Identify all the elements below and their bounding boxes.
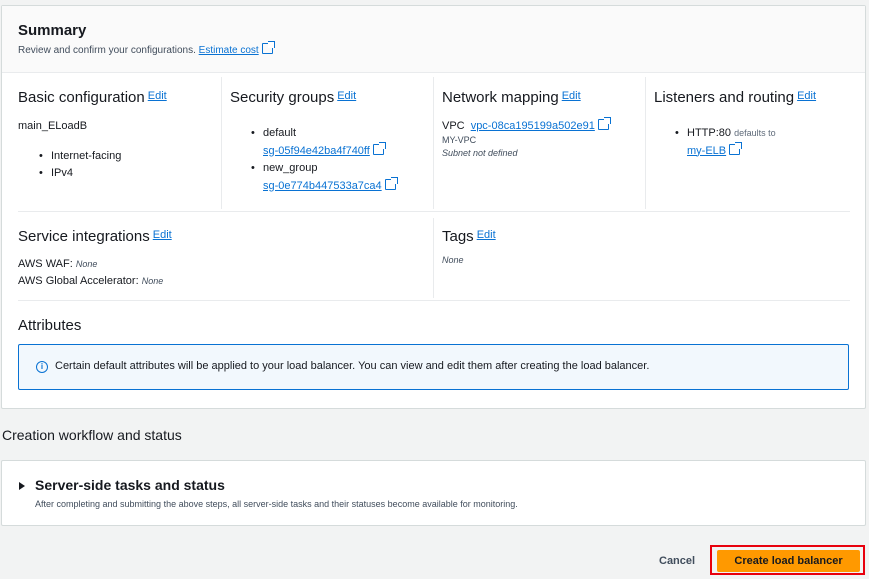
external-link-icon: [729, 141, 743, 155]
list-item: HTTP:80 defaults to my-ELB: [675, 125, 855, 160]
external-link-icon: [372, 141, 386, 155]
network-mapping-title: Network mapping: [442, 89, 559, 106]
server-side-tasks-description: After completing and submitting the abov…: [35, 499, 518, 509]
summary-description-text: Review and confirm your configurations.: [18, 45, 196, 56]
external-link-icon: [597, 117, 611, 130]
vpc-label: VPC: [442, 120, 465, 132]
summary-header: Summary Review and confirm your configur…: [2, 6, 865, 73]
create-load-balancer-button[interactable]: Create load balancer: [717, 550, 860, 572]
tags-section: Tags Edit None: [442, 228, 842, 265]
security-group-link[interactable]: sg-05f94e42ba4f740ff: [263, 141, 386, 157]
attributes-info-text: Certain default attributes will be appli…: [55, 360, 650, 372]
basic-configuration-list: Internet-facing IPv4: [39, 148, 121, 182]
server-side-tasks-title[interactable]: Server-side tasks and status: [35, 477, 225, 493]
server-side-tasks-panel[interactable]: Server-side tasks and status After compl…: [1, 460, 866, 526]
attributes-title: Attributes: [18, 317, 82, 334]
tags-edit-link[interactable]: Edit: [477, 229, 496, 241]
vpc-link[interactable]: vpc-08ca195199a502e91: [470, 117, 611, 132]
listeners-list: HTTP:80 defaults to my-ELB: [675, 125, 855, 160]
network-mapping-edit-link[interactable]: Edit: [562, 90, 581, 102]
column-divider: [645, 77, 646, 209]
cancel-button[interactable]: Cancel: [659, 555, 695, 567]
estimate-cost-link[interactable]: Estimate cost: [198, 41, 275, 56]
global-accelerator-value: None: [141, 276, 164, 286]
list-item: IPv4: [39, 165, 121, 182]
target-group-link[interactable]: my-ELB: [687, 141, 743, 157]
aws-waf-value: None: [75, 259, 98, 269]
security-group-name: default: [263, 127, 297, 139]
target-group-name: my-ELB: [687, 144, 727, 157]
service-integrations-section: Service integrations Edit AWS WAF: None A…: [18, 228, 428, 287]
estimate-cost-label: Estimate cost: [198, 45, 259, 56]
security-groups-section: Security groupsEdit default sg-05f94e42b…: [230, 77, 430, 209]
column-divider: [433, 77, 434, 209]
row-divider: [18, 211, 850, 212]
service-integrations-title: Service integrations: [18, 228, 150, 245]
summary-title: Summary: [18, 22, 87, 39]
global-accelerator-row: AWS Global Accelerator: None: [18, 275, 428, 287]
basic-configuration-edit-link[interactable]: Edit: [148, 90, 167, 102]
vpc-id: vpc-08ca195199a502e91: [470, 120, 595, 132]
list-item: new_group sg-0e774b447533a7ca4: [251, 160, 398, 195]
security-group-name: new_group: [263, 162, 318, 174]
basic-configuration-title: Basic configuration: [18, 89, 145, 106]
info-icon: i: [36, 361, 48, 373]
creation-workflow-title: Creation workflow and status: [2, 427, 182, 443]
tags-title: Tags: [442, 228, 474, 245]
listener-protocol: HTTP:80: [687, 127, 732, 139]
column-divider: [221, 77, 222, 209]
global-accelerator-label: AWS Global Accelerator:: [18, 275, 139, 287]
basic-configuration-section: Basic configurationEdit main_ELoadB Inte…: [18, 77, 218, 209]
security-group-id: sg-05f94e42ba4f740ff: [263, 144, 370, 157]
network-mapping-section: Network mapping Edit VPC vpc-08ca195199a5…: [442, 77, 642, 209]
security-groups-edit-link[interactable]: Edit: [337, 90, 356, 102]
security-groups-list: default sg-05f94e42ba4f740ff new_group s…: [251, 125, 398, 195]
aws-waf-row: AWS WAF: None: [18, 258, 428, 270]
defaults-to-label: defaults to: [734, 128, 776, 138]
vpc-name: MY-VPC: [442, 135, 477, 145]
security-group-id: sg-0e774b447533a7ca4: [263, 179, 382, 192]
aws-waf-label: AWS WAF:: [18, 258, 73, 270]
column-divider: [433, 218, 434, 298]
subnet-status: Subnet not defined: [442, 148, 518, 158]
caret-right-icon[interactable]: [19, 482, 25, 490]
list-item: default sg-05f94e42ba4f740ff: [251, 125, 396, 160]
external-link-icon: [261, 41, 275, 54]
summary-description: Review and confirm your configurations. …: [18, 41, 275, 56]
summary-panel: Summary Review and confirm your configur…: [1, 5, 866, 409]
attributes-info-alert: i Certain default attributes will be app…: [18, 344, 849, 390]
service-integrations-edit-link[interactable]: Edit: [153, 229, 172, 241]
security-group-link[interactable]: sg-0e774b447533a7ca4: [263, 176, 398, 192]
security-groups-title: Security groups: [230, 89, 335, 106]
row-divider: [18, 300, 850, 301]
external-link-icon: [384, 176, 398, 190]
listeners-routing-edit-link[interactable]: Edit: [797, 90, 816, 102]
list-item: Internet-facing: [39, 148, 121, 165]
listeners-routing-title: Listeners and routing: [654, 89, 795, 106]
load-balancer-name: main_ELoadB: [18, 120, 88, 132]
tags-value: None: [442, 255, 464, 265]
listeners-routing-section: Listeners and routingEdit HTTP:80 defaul…: [654, 77, 859, 209]
